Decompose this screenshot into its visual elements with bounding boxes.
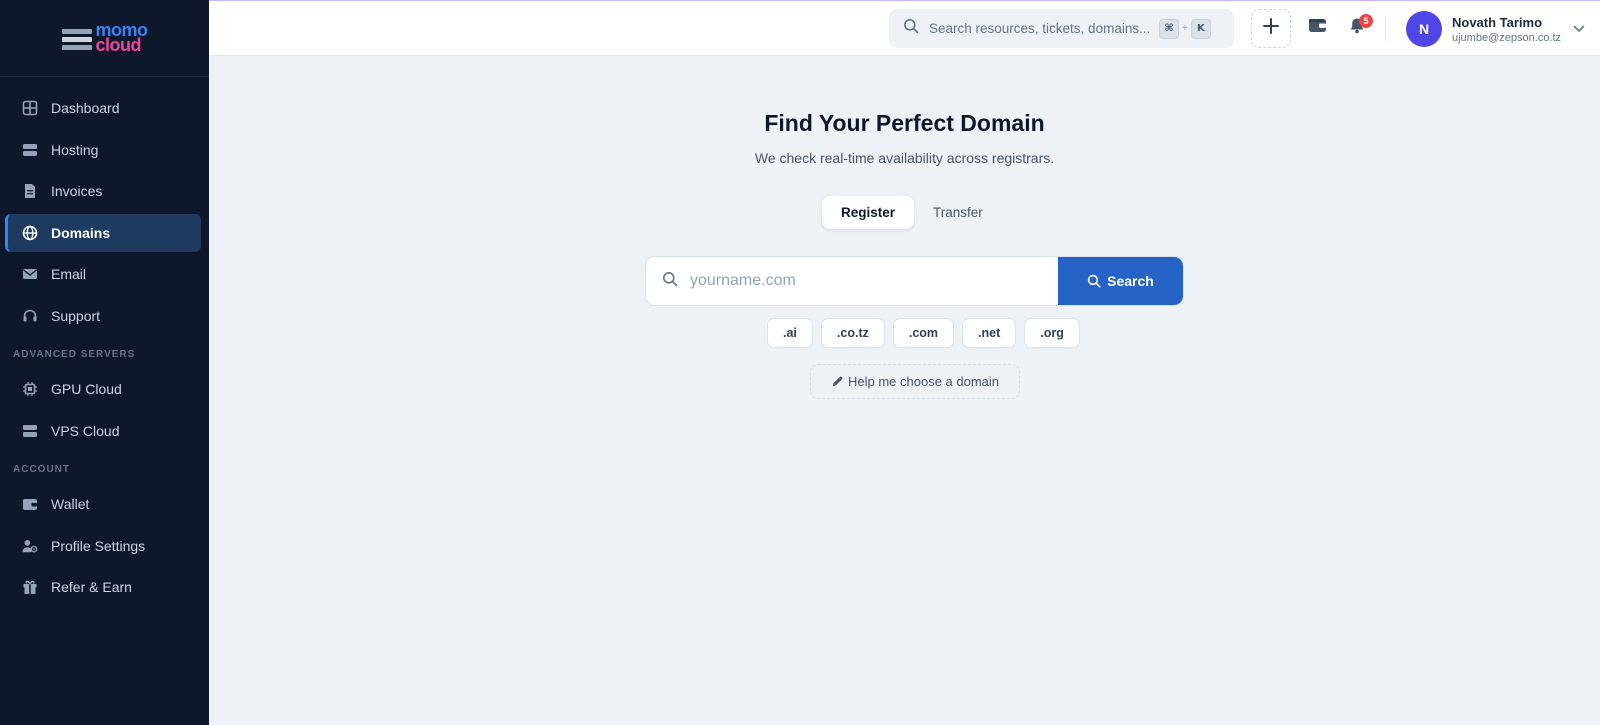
kbd-plus: + — [1182, 23, 1188, 34]
help-choose-domain-button[interactable]: Help me choose a domain — [810, 364, 1020, 399]
sidebar-item-label: Wallet — [51, 496, 90, 512]
user-menu[interactable]: N Novath Tarimo ujumbe@zepson.co.tz — [1406, 9, 1585, 49]
user-gear-icon — [22, 538, 38, 554]
sidebar-item-email[interactable]: Email — [5, 255, 201, 293]
user-name: Novath Tarimo — [1452, 14, 1543, 30]
tab-transfer[interactable]: Transfer — [914, 196, 1002, 229]
section-label-advanced-servers: ADVANCED SERVERS — [13, 348, 136, 360]
kbd-cmd: ⌘ — [1159, 18, 1179, 39]
search-button-label: Search — [1107, 273, 1154, 289]
sidebar-item-wallet[interactable]: Wallet — [5, 485, 201, 523]
brand-logo[interactable]: momo cloud — [0, 0, 209, 77]
sidebar-item-label: GPU Cloud — [51, 381, 122, 397]
sidebar-item-label: Support — [51, 307, 101, 324]
sidebar-item-vps-cloud[interactable]: VPS Cloud — [5, 412, 201, 450]
tab-register[interactable]: Register — [822, 196, 915, 229]
add-button[interactable] — [1251, 9, 1291, 48]
plus-icon — [1262, 17, 1280, 40]
chevron-down-icon — [1573, 20, 1585, 38]
tld-chip-co-tz[interactable]: .co.tz — [820, 318, 885, 348]
globe-icon — [22, 225, 38, 241]
sidebar-item-support[interactable]: Support — [5, 297, 201, 335]
sidebar-item-label: Dashboard — [51, 100, 120, 116]
pencil-icon — [831, 375, 844, 388]
sidebar: momo cloud Dashboard Hosting Invoices Do… — [0, 0, 209, 725]
sidebar-item-label: Invoices — [51, 183, 103, 199]
tld-chip-org[interactable]: .org — [1024, 318, 1080, 348]
page-subtitle: We check real-time availability across r… — [754, 150, 1055, 166]
page-title: Find Your Perfect Domain — [764, 110, 1045, 136]
sidebar-item-profile-settings[interactable]: Profile Settings — [5, 527, 201, 565]
sidebar-item-label: VPS Cloud — [51, 422, 120, 439]
logo-mark: momo cloud — [61, 21, 148, 55]
sidebar-item-label: Profile Settings — [51, 537, 146, 554]
sidebar-item-dashboard[interactable]: Dashboard — [5, 89, 201, 127]
search-button[interactable]: Search — [1058, 257, 1183, 305]
headset-icon — [22, 308, 38, 324]
notification-badge: 5 — [1359, 14, 1373, 28]
sidebar-item-label: Email — [51, 266, 87, 282]
sidebar-item-label: Refer & Earn — [51, 579, 132, 595]
domain-mode-tabs: Register Transfer — [822, 196, 1002, 229]
kbd-k: K — [1190, 18, 1211, 39]
server-icon — [22, 423, 38, 439]
chip-icon — [22, 381, 38, 397]
sidebar-item-label: Hosting — [51, 141, 99, 158]
logo-text-cloud: cloud — [95, 35, 142, 55]
envelope-icon — [22, 266, 38, 282]
search-icon — [662, 271, 678, 292]
tld-chip-net[interactable]: .net — [962, 318, 1017, 348]
tld-chip-ai[interactable]: .ai — [767, 318, 813, 348]
wallet-icon — [1308, 17, 1327, 39]
notifications-button[interactable]: 5 — [1346, 14, 1373, 39]
sidebar-item-domains[interactable]: Domains — [5, 213, 201, 252]
tld-suggestions: .ai .co.tz .com .net .org — [767, 318, 1080, 348]
invoice-icon — [22, 183, 38, 199]
search-icon — [903, 18, 919, 39]
topbar: ⌘ + K 5 N Novath Tarimo ujumbe@zepson.co… — [209, 0, 1600, 56]
section-label-account: ACCOUNT — [13, 463, 70, 475]
domain-search-bar: Search — [645, 256, 1184, 306]
sidebar-item-invoices[interactable]: Invoices — [5, 172, 201, 210]
server-icon — [22, 142, 38, 158]
sidebar-nav: Dashboard Hosting Invoices Domains Email… — [0, 77, 209, 606]
domain-search-input[interactable] — [690, 272, 1030, 290]
gift-icon — [22, 579, 38, 595]
wallet-button[interactable] — [1306, 17, 1328, 39]
wallet-icon — [22, 496, 38, 512]
sidebar-item-label: Domains — [51, 224, 111, 241]
help-link-label: Help me choose a domain — [847, 374, 1000, 389]
global-search-input[interactable] — [929, 21, 1159, 36]
dashboard-icon — [22, 100, 38, 116]
user-email: ujumbe@zepson.co.tz — [1452, 31, 1562, 44]
avatar: N — [1406, 11, 1442, 47]
server-stack-icon — [61, 28, 92, 50]
sidebar-item-refer-earn[interactable]: Refer & Earn — [5, 568, 201, 606]
topbar-divider — [1385, 17, 1386, 41]
global-search[interactable]: ⌘ + K — [889, 9, 1234, 48]
tld-chip-com[interactable]: .com — [892, 318, 955, 348]
search-icon — [1087, 274, 1101, 288]
sidebar-item-hosting[interactable]: Hosting — [5, 131, 201, 169]
sidebar-item-gpu-cloud[interactable]: GPU Cloud — [5, 370, 201, 408]
